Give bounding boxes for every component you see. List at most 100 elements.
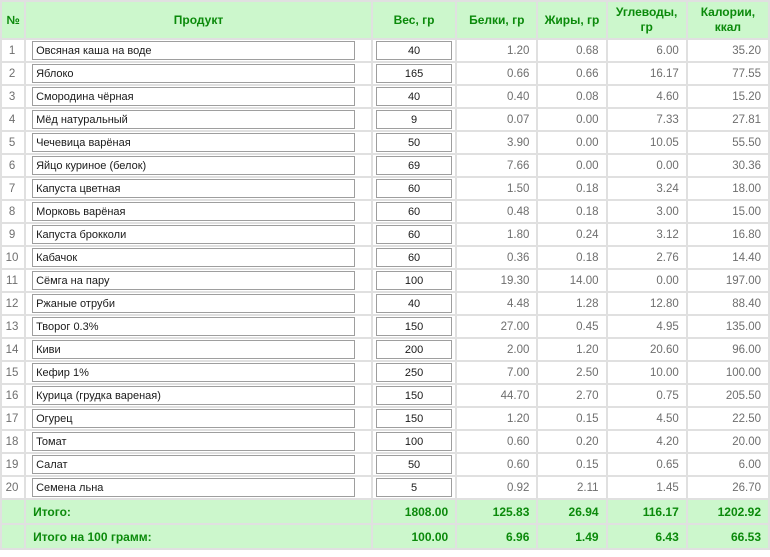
column-header-fat: Жиры, гр (537, 1, 606, 39)
product-cell (25, 246, 372, 269)
weight-input[interactable] (376, 409, 452, 428)
product-input[interactable] (32, 110, 355, 129)
product-input[interactable] (32, 248, 355, 267)
table-row: 80.480.183.0015.00 (1, 200, 769, 223)
fat-value: 2.11 (537, 476, 606, 499)
weight-cell (372, 246, 456, 269)
weight-input[interactable] (376, 363, 452, 382)
weight-cell (372, 407, 456, 430)
weight-input[interactable] (376, 455, 452, 474)
weight-input[interactable] (376, 271, 452, 290)
weight-input[interactable] (376, 133, 452, 152)
weight-input[interactable] (376, 340, 452, 359)
carbs-value: 0.65 (607, 453, 687, 476)
calories-value: 88.40 (687, 292, 769, 315)
totals-per-100-carbs-value: 6.43 (607, 524, 687, 549)
carbs-value: 10.05 (607, 131, 687, 154)
product-cell (25, 269, 372, 292)
protein-value: 1.20 (456, 407, 537, 430)
carbs-value: 6.00 (607, 39, 687, 62)
product-input[interactable] (32, 432, 355, 451)
protein-value: 1.80 (456, 223, 537, 246)
weight-input[interactable] (376, 87, 452, 106)
table-row: 40.070.007.3327.81 (1, 108, 769, 131)
product-input[interactable] (32, 294, 355, 313)
table-row: 91.800.243.1216.80 (1, 223, 769, 246)
fat-value: 0.20 (537, 430, 606, 453)
protein-value: 3.90 (456, 131, 537, 154)
product-cell (25, 292, 372, 315)
protein-value: 27.00 (456, 315, 537, 338)
calories-value: 20.00 (687, 430, 769, 453)
protein-value: 0.60 (456, 453, 537, 476)
weight-input[interactable] (376, 248, 452, 267)
carbs-value: 2.76 (607, 246, 687, 269)
table-row: 67.660.000.0030.36 (1, 154, 769, 177)
weight-cell (372, 384, 456, 407)
product-input[interactable] (32, 386, 355, 405)
fat-value: 0.15 (537, 407, 606, 430)
protein-value: 0.92 (456, 476, 537, 499)
row-number: 4 (1, 108, 25, 131)
column-header-number: № (1, 1, 25, 39)
product-input[interactable] (32, 317, 355, 336)
carbs-value: 4.20 (607, 430, 687, 453)
product-input[interactable] (32, 271, 355, 290)
totals-weight-value: 1808.00 (372, 499, 456, 524)
weight-input[interactable] (376, 225, 452, 244)
product-input[interactable] (32, 202, 355, 221)
weight-input[interactable] (376, 202, 452, 221)
fat-value: 2.50 (537, 361, 606, 384)
weight-input[interactable] (376, 156, 452, 175)
calories-value: 22.50 (687, 407, 769, 430)
product-input[interactable] (32, 340, 355, 359)
product-input[interactable] (32, 478, 355, 497)
weight-cell (372, 177, 456, 200)
row-number: 20 (1, 476, 25, 499)
product-input[interactable] (32, 87, 355, 106)
totals-empty-cell (1, 499, 25, 524)
product-input[interactable] (32, 41, 355, 60)
totals-row: Итого: 1808.00 125.83 26.94 116.17 1202.… (1, 499, 769, 524)
row-number: 15 (1, 361, 25, 384)
weight-cell (372, 453, 456, 476)
product-input[interactable] (32, 455, 355, 474)
protein-value: 0.60 (456, 430, 537, 453)
product-input[interactable] (32, 409, 355, 428)
weight-cell (372, 200, 456, 223)
weight-cell (372, 269, 456, 292)
weight-input[interactable] (376, 432, 452, 451)
row-number: 5 (1, 131, 25, 154)
product-input[interactable] (32, 64, 355, 83)
fat-value: 14.00 (537, 269, 606, 292)
table-row: 1327.000.454.95135.00 (1, 315, 769, 338)
weight-cell (372, 131, 456, 154)
product-cell (25, 131, 372, 154)
product-cell (25, 453, 372, 476)
weight-input[interactable] (376, 110, 452, 129)
calories-value: 14.40 (687, 246, 769, 269)
protein-value: 0.48 (456, 200, 537, 223)
column-header-product: Продукт (25, 1, 372, 39)
calories-value: 197.00 (687, 269, 769, 292)
column-header-protein: Белки, гр (456, 1, 537, 39)
weight-input[interactable] (376, 386, 452, 405)
product-input[interactable] (32, 133, 355, 152)
table-row: 1119.3014.000.00197.00 (1, 269, 769, 292)
product-cell (25, 200, 372, 223)
calories-value: 15.00 (687, 200, 769, 223)
weight-input[interactable] (376, 294, 452, 313)
weight-input[interactable] (376, 478, 452, 497)
row-number: 16 (1, 384, 25, 407)
row-number: 10 (1, 246, 25, 269)
product-input[interactable] (32, 225, 355, 244)
product-input[interactable] (32, 179, 355, 198)
weight-input[interactable] (376, 41, 452, 60)
weight-input[interactable] (376, 317, 452, 336)
weight-input[interactable] (376, 64, 452, 83)
food-diary-table: № Продукт Вес, гр Белки, гр Жиры, гр Угл… (0, 0, 770, 550)
weight-input[interactable] (376, 179, 452, 198)
product-input[interactable] (32, 156, 355, 175)
product-input[interactable] (32, 363, 355, 382)
table-footer: Итого: 1808.00 125.83 26.94 116.17 1202.… (1, 499, 769, 549)
